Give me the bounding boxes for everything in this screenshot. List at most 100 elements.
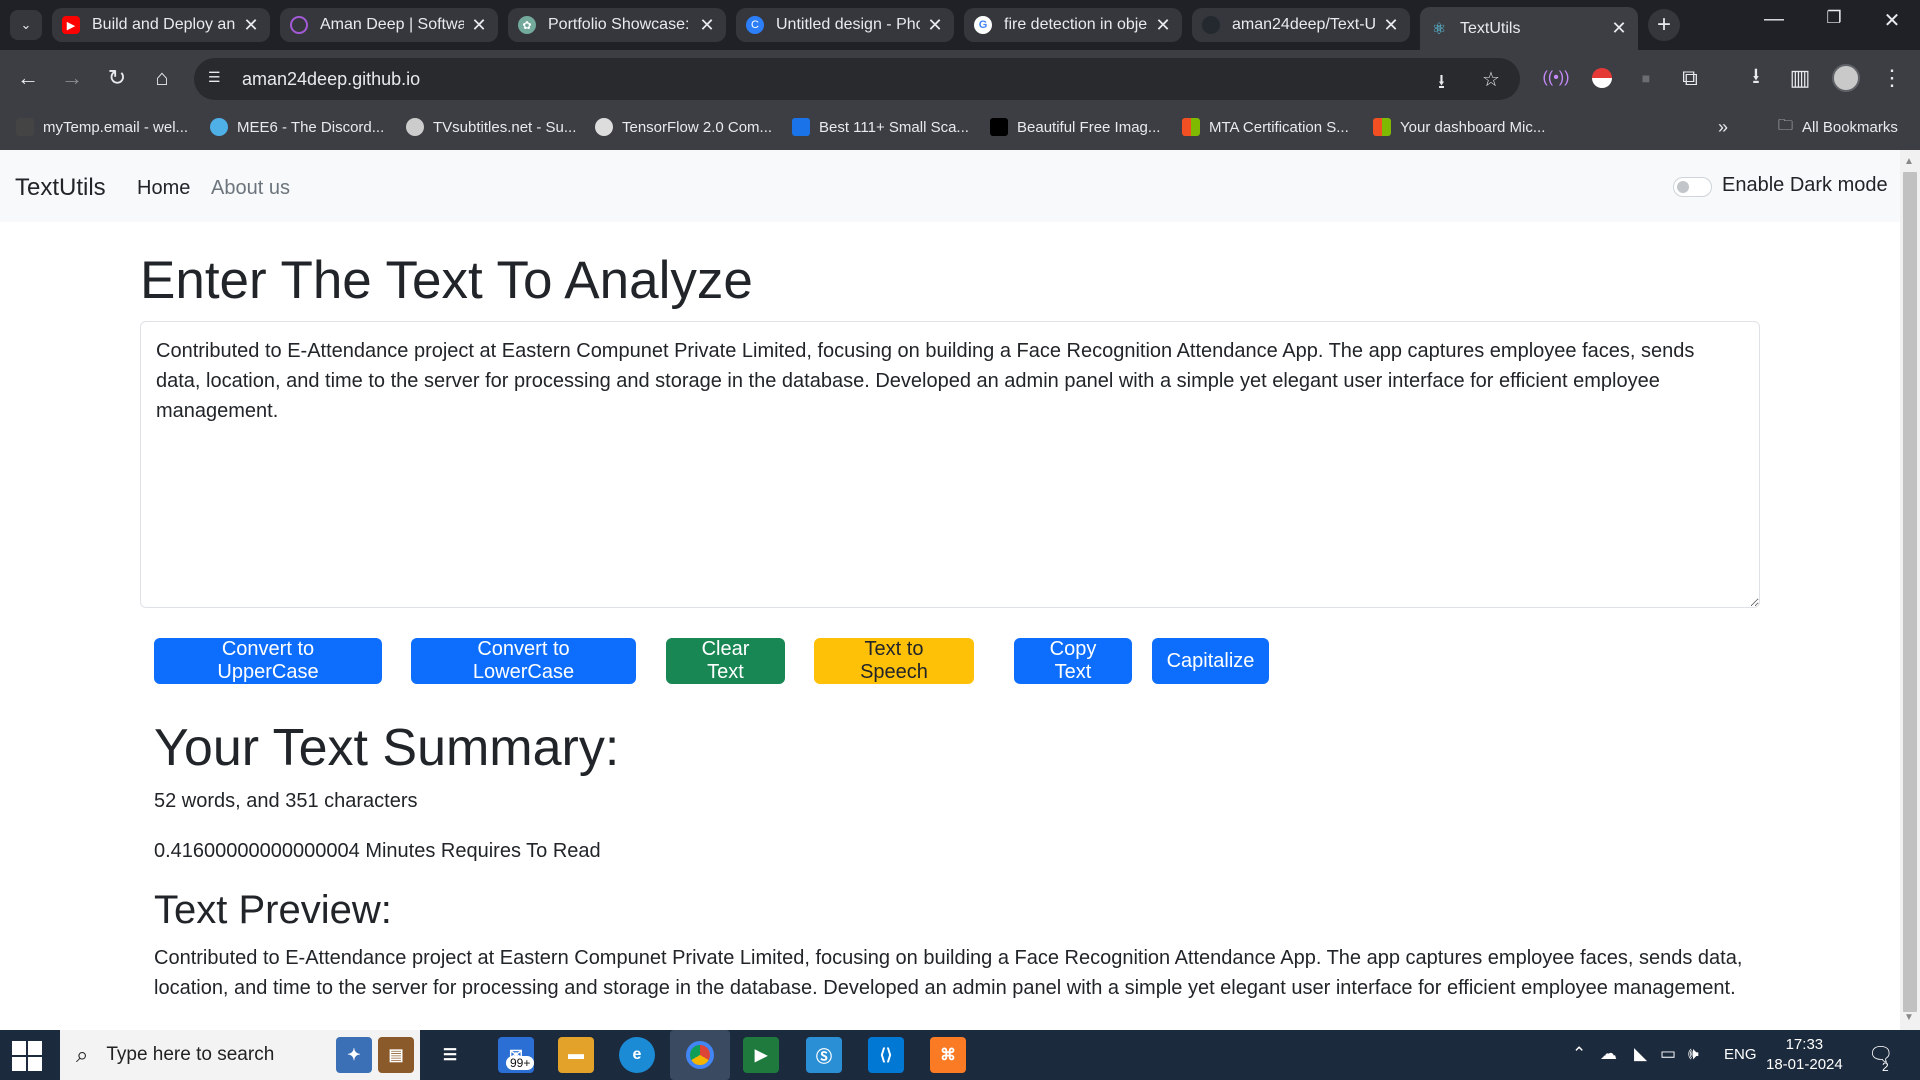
home-icon: ⌂: [155, 65, 169, 90]
download-icon[interactable]: ⭳: [1740, 62, 1772, 94]
task-view-icon[interactable]: ☰: [432, 1037, 468, 1073]
close-icon[interactable]: ✕: [926, 15, 944, 36]
bookmark-icon: [990, 118, 1008, 136]
reload-button[interactable]: ↻: [101, 62, 133, 94]
restore-button[interactable]: ❐: [1814, 8, 1854, 28]
browser-tab-active[interactable]: ⚛ TextUtils ✕: [1420, 7, 1638, 50]
scrollbar-thumb[interactable]: [1903, 172, 1917, 1012]
more-bookmarks-button[interactable]: »: [1718, 116, 1728, 138]
browser-tab[interactable]: Aman Deep | Softwar ✕: [280, 8, 498, 42]
install-app-icon[interactable]: ⭳: [1438, 67, 1445, 101]
circle-icon: [290, 16, 308, 34]
forward-button[interactable]: →: [56, 62, 88, 94]
navbar-brand[interactable]: TextUtils: [15, 174, 106, 202]
side-panel-icon[interactable]: ▥: [1784, 62, 1816, 94]
bookmark-item[interactable]: myTemp.email - wel...: [16, 116, 188, 138]
lowercase-button[interactable]: Convert to LowerCase: [411, 638, 636, 684]
taskbar-clock[interactable]: 17:33 18-01-2024: [1766, 1035, 1843, 1075]
web-page: TextUtils Home About us Enable Dark mode…: [0, 150, 1900, 1030]
clear-text-button[interactable]: Clear Text: [666, 638, 785, 684]
dark-mode-toggle[interactable]: [1673, 177, 1712, 197]
close-icon[interactable]: ✕: [470, 15, 488, 36]
cast-icon[interactable]: ((•)): [1540, 62, 1572, 94]
bookmark-item[interactable]: MTA Certification S...: [1182, 116, 1349, 138]
scroll-down-arrow-icon[interactable]: ▼: [1904, 1012, 1914, 1023]
close-window-button[interactable]: ✕: [1872, 8, 1912, 33]
new-tab-button[interactable]: +: [1648, 9, 1680, 41]
notification-center-button[interactable]: 🗨: [1868, 1042, 1893, 1067]
taskbar-search-placeholder: Type here to search: [106, 1044, 275, 1065]
all-bookmarks-button[interactable]: 🗀 All Bookmarks: [1778, 116, 1898, 138]
browser-tab[interactable]: aman24deep/Text-Ut ✕: [1192, 8, 1410, 42]
bookmark-item[interactable]: Beautiful Free Imag...: [990, 116, 1160, 138]
notification-count: 2: [1882, 1060, 1889, 1074]
minimize-button[interactable]: —: [1754, 8, 1794, 31]
close-icon[interactable]: ✕: [1382, 15, 1400, 36]
navbar: TextUtils Home About us Enable Dark mode: [0, 150, 1900, 222]
tab-title: TextUtils: [1460, 19, 1521, 37]
bookmark-item[interactable]: Your dashboard Mic...: [1373, 116, 1545, 138]
tab-search-button[interactable]: ⌄: [10, 10, 42, 40]
copy-text-button[interactable]: Copy Text: [1014, 638, 1132, 684]
browser-tab[interactable]: ✿ Portfolio Showcase: V ✕: [508, 8, 726, 42]
bookmark-item[interactable]: TensorFlow 2.0 Com...: [595, 116, 772, 138]
xampp-icon[interactable]: ⌘: [930, 1037, 966, 1073]
extension-icon[interactable]: ■: [1630, 62, 1662, 94]
browser-tab[interactable]: ▶ Build and Deploy an ✕: [52, 8, 270, 42]
clock-time: 17:33: [1785, 1036, 1824, 1053]
battery-icon[interactable]: ▭: [1660, 1044, 1676, 1064]
app-icon[interactable]: Ⓢ: [806, 1037, 842, 1073]
windows-start-button[interactable]: [12, 1041, 42, 1071]
onedrive-icon[interactable]: ☁: [1600, 1044, 1617, 1064]
meet-icon[interactable]: ▶: [743, 1037, 779, 1073]
browser-tab[interactable]: G fire detection in obje ✕: [964, 8, 1182, 42]
nav-link-about[interactable]: About us: [211, 177, 290, 200]
uppercase-button[interactable]: Convert to UpperCase: [154, 638, 382, 684]
close-icon[interactable]: ✕: [1610, 18, 1628, 39]
chrome-taskbar-button[interactable]: [670, 1030, 730, 1080]
chrome-icon: [686, 1041, 714, 1069]
microsoft-icon: [1373, 118, 1391, 136]
wifi-icon[interactable]: ◣: [1634, 1044, 1647, 1064]
search-highlight-icon[interactable]: ✦: [336, 1037, 372, 1073]
language-indicator[interactable]: ENG: [1724, 1046, 1757, 1063]
file-explorer-icon[interactable]: ▬: [558, 1037, 594, 1073]
nav-link-home[interactable]: Home: [137, 177, 190, 200]
capitalize-button[interactable]: Capitalize: [1152, 638, 1269, 684]
volume-icon[interactable]: 🕪: [1688, 1044, 1699, 1064]
youtube-icon: ▶: [62, 16, 80, 34]
browser-tab[interactable]: C Untitled design - Pho ✕: [736, 8, 954, 42]
scroll-up-arrow-icon[interactable]: ▲: [1904, 156, 1914, 167]
extension-pokeball-icon[interactable]: [1586, 62, 1618, 94]
vscode-icon[interactable]: ⟨⟩: [868, 1037, 904, 1073]
canva-icon: C: [746, 16, 764, 34]
tab-title: fire detection in obje: [1004, 16, 1148, 33]
site-settings-icon[interactable]: ☰: [208, 69, 228, 89]
text-input[interactable]: Contributed to E-Attendance project at E…: [140, 321, 1760, 608]
close-icon[interactable]: ✕: [1154, 15, 1172, 36]
close-icon[interactable]: ✕: [698, 15, 716, 36]
bookmark-label: Beautiful Free Imag...: [1017, 118, 1161, 136]
back-button[interactable]: ←: [12, 62, 44, 94]
edge-icon[interactable]: e: [619, 1037, 655, 1073]
bookmark-item[interactable]: TVsubtitles.net - Su...: [406, 116, 576, 138]
home-button[interactable]: ⌂: [146, 62, 178, 94]
menu-kebab-icon[interactable]: ⋮: [1876, 62, 1908, 94]
all-bookmarks-label: All Bookmarks: [1802, 118, 1898, 136]
bookmark-icon: [792, 118, 810, 136]
google-icon: G: [974, 16, 992, 34]
bookmark-item[interactable]: MEE6 - The Discord...: [210, 116, 384, 138]
star-icon[interactable]: ☆: [1482, 67, 1500, 92]
word-char-count: 52 words, and 351 characters: [154, 790, 418, 812]
chevron-up-icon[interactable]: ⌃: [1572, 1044, 1586, 1064]
profile-avatar[interactable]: [1830, 62, 1862, 94]
page-title: Enter The Text To Analyze: [140, 251, 753, 310]
bookmark-item[interactable]: Best 111+ Small Sca...: [792, 116, 969, 138]
bookmark-label: MTA Certification S...: [1209, 118, 1349, 136]
tab-title: Build and Deploy an: [92, 16, 236, 33]
extensions-puzzle-icon[interactable]: ⧉: [1674, 62, 1706, 94]
text-to-speech-button[interactable]: Text to Speech: [814, 638, 974, 684]
close-icon[interactable]: ✕: [242, 15, 260, 36]
preview-heading: Text Preview:: [154, 888, 392, 932]
address-bar[interactable]: ☰ aman24deep.github.io ⭳ ☆: [194, 58, 1520, 100]
